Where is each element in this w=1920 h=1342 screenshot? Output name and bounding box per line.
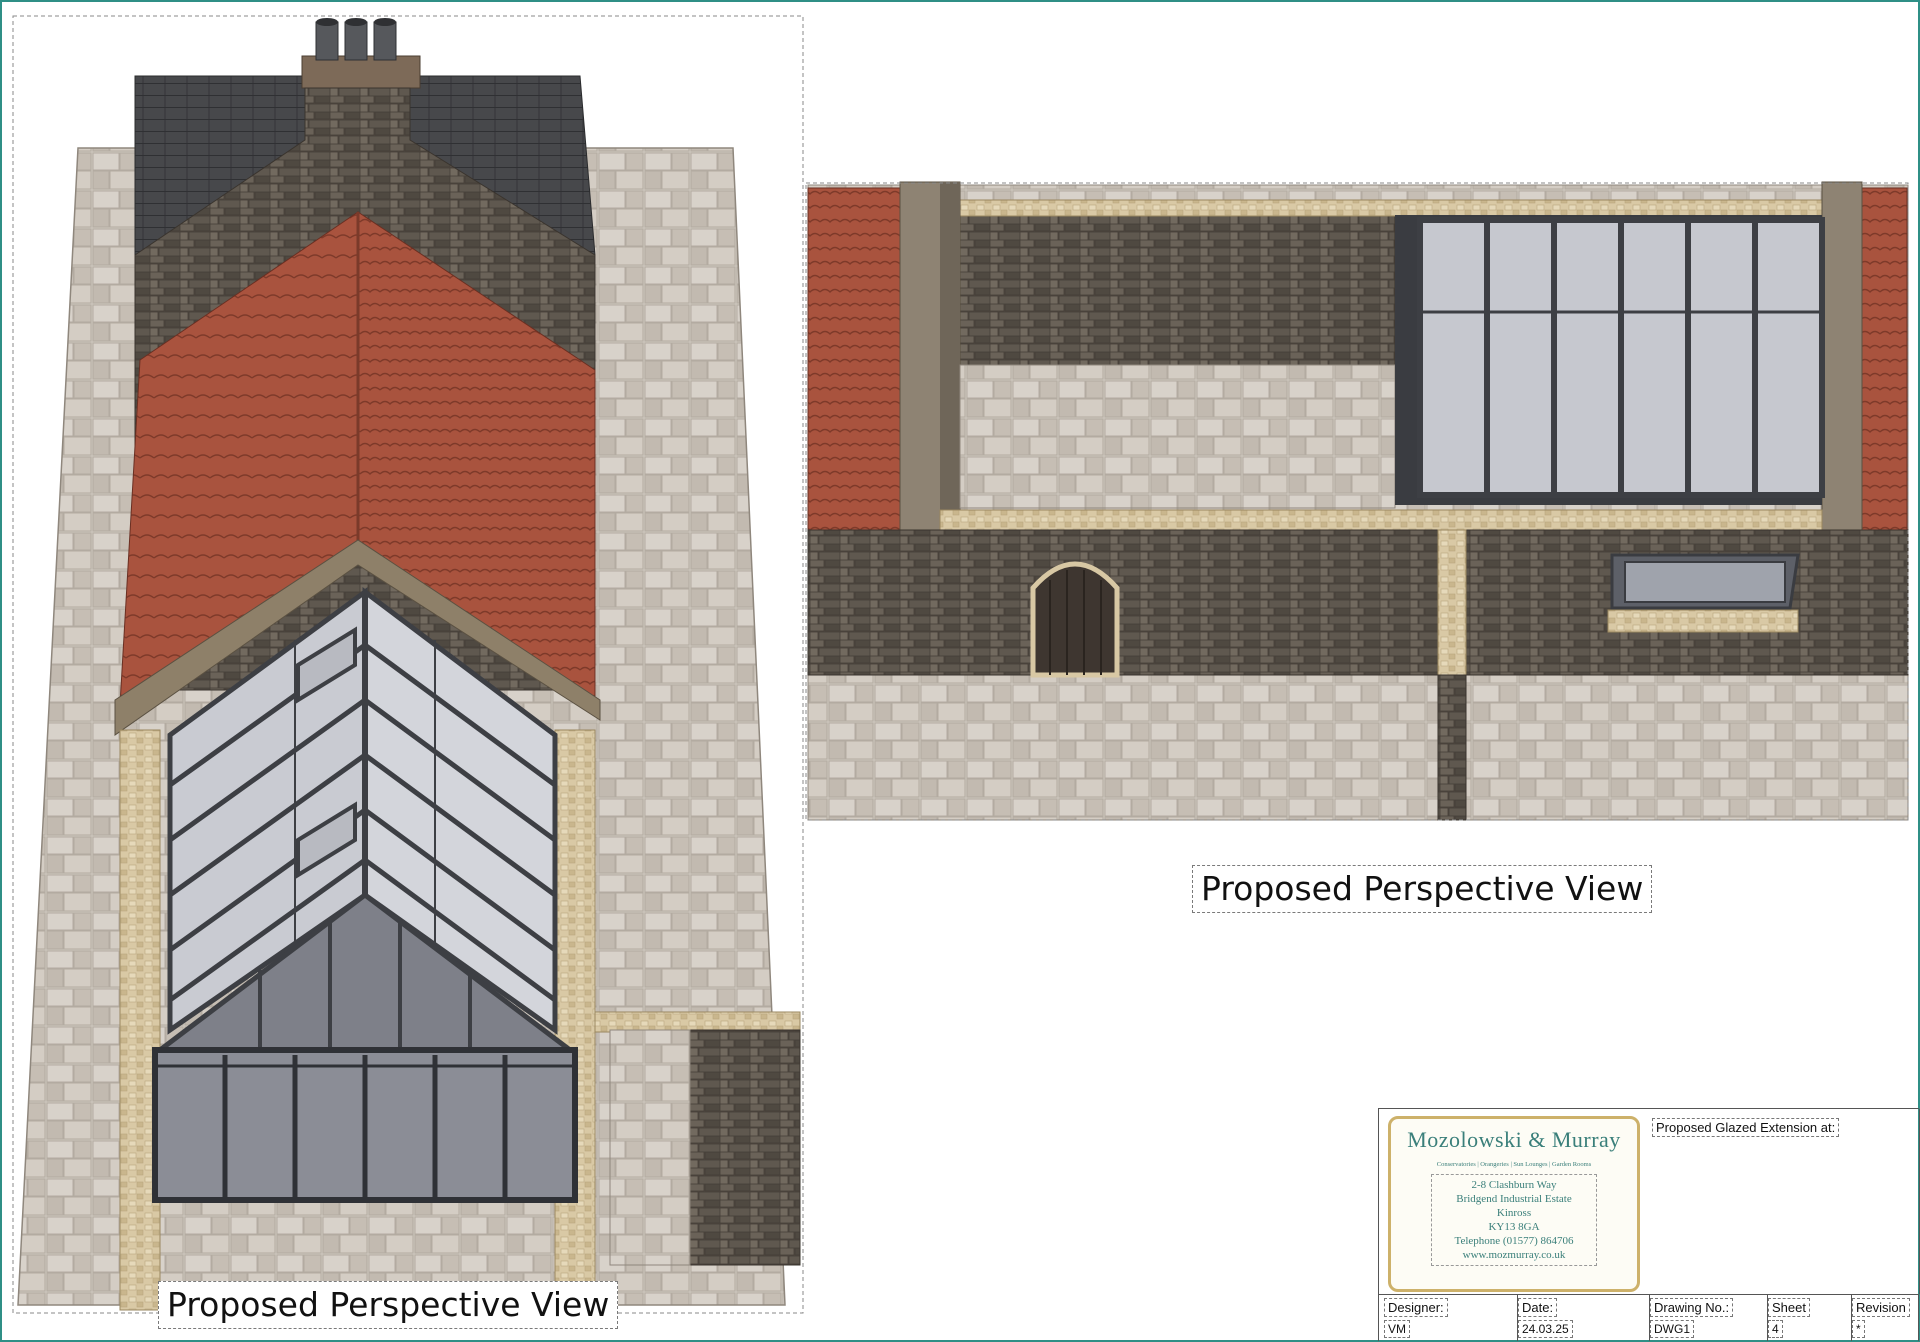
project-label: Proposed Glazed Extension at: <box>1652 1118 1840 1137</box>
address-line: www.mozmurray.co.uk <box>1462 1249 1566 1261</box>
revision-label: Revision <box>1852 1298 1910 1317</box>
company-logo-card: Mozolowski & Murray Conservatories | Ora… <box>1388 1116 1640 1292</box>
right-view-caption: Proposed Perspective View <box>1192 865 1653 913</box>
revision-value: * <box>1852 1320 1865 1338</box>
company-address: 2-8 Clashburn Way Bridgend Industrial Es… <box>1431 1174 1597 1266</box>
sheet-value: 4 <box>1768 1320 1783 1338</box>
date-value: 24.03.25 <box>1518 1320 1573 1338</box>
right-perspective-drawing <box>807 181 1909 821</box>
company-tagline: Conservatories | Orangeries | Sun Lounge… <box>1436 1161 1592 1168</box>
designer-label: Designer: <box>1384 1298 1448 1317</box>
address-line: Telephone (01577) 864706 <box>1454 1235 1574 1247</box>
drawing-no-label: Drawing No.: <box>1650 1298 1734 1317</box>
address-line: Kinross <box>1496 1207 1532 1219</box>
designer-value: VM <box>1384 1320 1410 1338</box>
left-perspective-drawing <box>17 18 801 1311</box>
company-name: Mozolowski & Murray <box>1407 1127 1621 1152</box>
address-line: Bridgend Industrial Estate <box>1456 1193 1572 1205</box>
date-label: Date: <box>1518 1298 1558 1317</box>
address-line: KY13 8GA <box>1488 1221 1540 1233</box>
drawing-no-value: DWG1 <box>1650 1320 1694 1338</box>
sheet-label: Sheet <box>1768 1298 1810 1317</box>
address-line: 2-8 Clashburn Way <box>1471 1179 1557 1191</box>
left-view-caption: Proposed Perspective View <box>158 1281 619 1329</box>
